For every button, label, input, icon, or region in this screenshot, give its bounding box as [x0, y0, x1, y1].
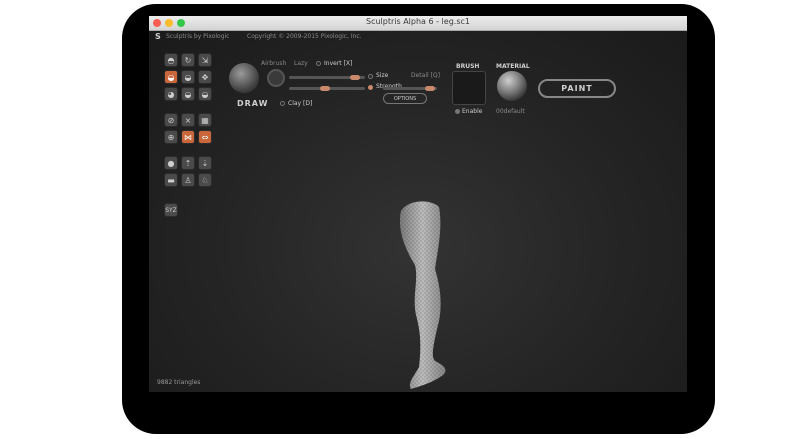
triangle-count: 9882 triangles: [157, 379, 201, 386]
clay-radio[interactable]: [280, 101, 285, 106]
sculptris-logo-icon: S: [155, 32, 161, 41]
viewport[interactable]: S Sculptris by Pixologic Copyright © 200…: [149, 31, 687, 392]
symmetry-icon[interactable]: ⨯: [181, 113, 195, 127]
material-ball-icon[interactable]: [497, 71, 527, 101]
inflate-tool-icon[interactable]: ◕: [164, 87, 178, 101]
flatten-tool-icon[interactable]: ◒: [181, 70, 195, 84]
detail-slider-knob[interactable]: [425, 86, 435, 91]
title-bar[interactable]: Sculptris Alpha 6 - leg.sc1: [149, 16, 687, 31]
options-button[interactable]: OPTIONS: [383, 93, 427, 104]
sphere-icon[interactable]: ●: [164, 156, 178, 170]
enable-radio[interactable]: [455, 109, 460, 114]
draw-tool-icon[interactable]: ◒: [164, 70, 178, 84]
mask-tool-icon[interactable]: ⊕: [164, 130, 178, 144]
leg-shading: [399, 201, 446, 389]
lazy-label: Lazy: [294, 60, 308, 67]
reduce-brush-icon[interactable]: ⊘: [164, 113, 178, 127]
leg-model[interactable]: [391, 199, 501, 389]
size-radio[interactable]: [368, 74, 373, 79]
grab-tool-icon[interactable]: ✥: [198, 70, 212, 84]
mirror-icon[interactable]: ⇔: [198, 130, 212, 144]
airbrush-label: Airbrush: [261, 60, 287, 67]
material-name: 00default: [496, 108, 525, 115]
rotate-tool-icon[interactable]: ↻: [181, 53, 195, 67]
plane-icon[interactable]: ▬: [164, 173, 178, 187]
airbrush-toggle[interactable]: [267, 69, 285, 87]
size-slider-knob[interactable]: [350, 75, 360, 80]
wireframe-icon[interactable]: ▦: [198, 113, 212, 127]
paint-button[interactable]: PAINT: [538, 79, 616, 98]
brush-texture-slot[interactable]: [452, 71, 486, 105]
draw-brush-icon[interactable]: [229, 63, 259, 93]
app-name: Sculptris by Pixologic: [166, 33, 230, 40]
symmetry-active-icon[interactable]: ⋈: [181, 130, 195, 144]
pinch-tool-icon[interactable]: ◒: [181, 87, 195, 101]
export-icon[interactable]: ⇣: [198, 156, 212, 170]
scale-tool-icon[interactable]: ⇲: [198, 53, 212, 67]
enable-label: Enable: [462, 108, 483, 115]
person-icon[interactable]: ♙: [181, 173, 195, 187]
invert-radio[interactable]: [316, 61, 321, 66]
strength-radio[interactable]: [368, 85, 373, 90]
detail-label: Detail [Q]: [411, 72, 440, 79]
brush-header: BRUSH: [456, 63, 480, 70]
size-label: Size: [376, 72, 389, 79]
sym-toggle-button[interactable]: SYZ: [164, 203, 178, 217]
invert-label: Invert [X]: [324, 60, 353, 67]
crease-tool-icon[interactable]: ◓: [164, 53, 178, 67]
bust-icon[interactable]: ♘: [198, 173, 212, 187]
window-title: Sculptris Alpha 6 - leg.sc1: [366, 17, 470, 26]
app-window: Sculptris Alpha 6 - leg.sc1 S Sculptris …: [149, 16, 687, 392]
material-header: MATERIAL: [496, 63, 530, 70]
smooth-tool-icon[interactable]: ◒: [198, 87, 212, 101]
import-icon[interactable]: ⇡: [181, 156, 195, 170]
clay-label: Clay [D]: [288, 100, 313, 107]
copyright-text: Copyright © 2009-2015 Pixologic, Inc.: [247, 33, 362, 40]
strength-slider-knob[interactable]: [320, 86, 330, 91]
brush-name: DRAW: [237, 99, 269, 108]
